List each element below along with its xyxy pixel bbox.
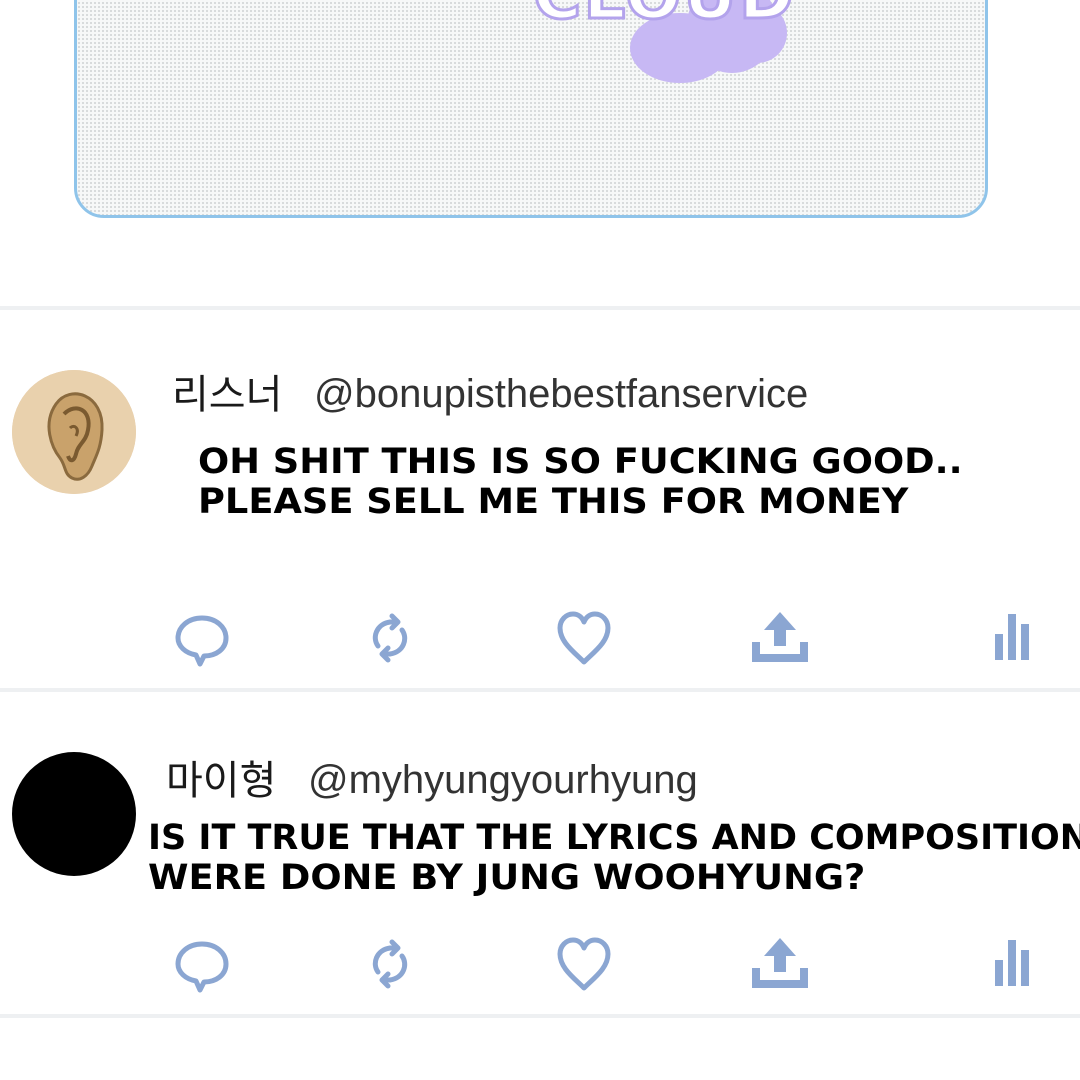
user-handle[interactable]: @bonupisthebestfanservice [314,372,808,417]
analytics-icon[interactable] [982,608,1042,668]
share-icon[interactable] [750,608,810,668]
retweet-icon[interactable] [360,608,420,668]
share-icon[interactable] [750,934,810,994]
reply-icon[interactable] [172,608,232,668]
divider [0,1014,1080,1018]
like-icon[interactable] [554,934,614,994]
display-name[interactable]: 리스너 [172,362,282,420]
retweet-icon[interactable] [360,934,420,994]
avatar[interactable] [12,752,136,876]
post-2[interactable]: 마이형 @myhyungyourhyung IS IT TRUE THAT TH… [0,692,1080,1014]
post-text-line-2: WERE DONE BY JUNG WOOHYUNG? [148,858,866,898]
display-name[interactable]: 마이형 [166,748,276,806]
cloud-logo-text: CLOUD [532,0,796,36]
post-text-line-2: PLEASE SELL ME THIS FOR MONEY [198,482,909,522]
post-text-line-1: IS IT TRUE THAT THE LYRICS AND COMPOSITI… [148,818,1080,858]
post-1[interactable]: 리스너 @bonupisthebestfanservice OH SHIT TH… [0,310,1080,688]
ear-icon[interactable] [12,370,136,494]
post-text-line-1: OH SHIT THIS IS SO FUCKING GOOD.. [198,442,963,482]
user-handle[interactable]: @myhyungyourhyung [308,758,698,803]
like-icon[interactable] [554,608,614,668]
banner-card: CLOUD [74,0,988,218]
reply-icon[interactable] [172,934,232,994]
analytics-icon[interactable] [982,934,1042,994]
